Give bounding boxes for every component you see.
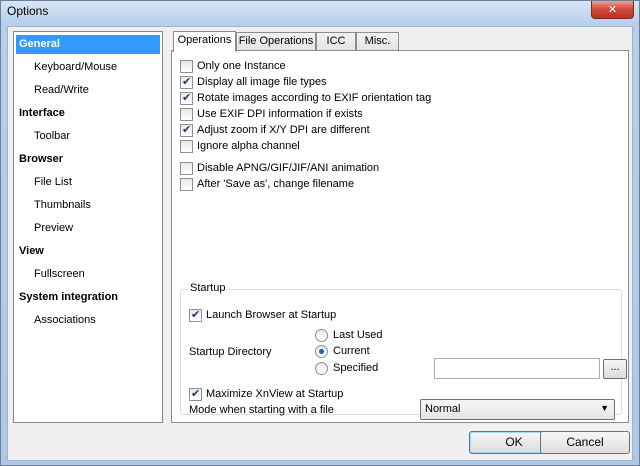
radio-circle[interactable] bbox=[315, 344, 328, 358]
tree-item-read-write[interactable]: Read/Write bbox=[16, 81, 160, 100]
radio-circle[interactable] bbox=[315, 328, 328, 342]
radio-circle[interactable] bbox=[315, 361, 328, 375]
change-filename-checkbox[interactable]: After 'Save as', change filename bbox=[180, 177, 354, 191]
disable-animation-checkbox[interactable]: Disable APNG/GIF/JIF/ANI animation bbox=[180, 161, 379, 175]
tab-file-operations[interactable]: File Operations bbox=[236, 32, 316, 51]
adjust-zoom-dpi-checkbox[interactable]: Adjust zoom if X/Y DPI are different bbox=[180, 123, 370, 137]
radio-last-used[interactable]: Last Used bbox=[315, 328, 383, 342]
options-window: Options ✕ General Keyboard/Mouse Read/Wr… bbox=[0, 0, 640, 466]
chevron-down-icon: ▼ bbox=[600, 403, 609, 413]
tree-item-view[interactable]: View bbox=[16, 242, 160, 261]
checkbox-box[interactable] bbox=[180, 91, 193, 105]
category-tree[interactable]: General Keyboard/Mouse Read/Write Interf… bbox=[13, 31, 163, 423]
tree-item-browser[interactable]: Browser bbox=[16, 150, 160, 169]
checkbox-box[interactable] bbox=[180, 161, 193, 175]
tree-item-interface[interactable]: Interface bbox=[16, 104, 160, 123]
tree-item-associations[interactable]: Associations bbox=[16, 311, 160, 330]
display-all-types-checkbox[interactable]: Display all image file types bbox=[180, 75, 327, 89]
checkbox-box[interactable] bbox=[180, 75, 193, 89]
mode-select[interactable]: Normal ▼ bbox=[420, 399, 615, 420]
checkbox-box[interactable] bbox=[180, 59, 193, 73]
checkbox-box[interactable] bbox=[180, 107, 193, 121]
tree-item-general[interactable]: General bbox=[16, 35, 160, 54]
tree-item-system-integration[interactable]: System integration bbox=[16, 288, 160, 307]
window-title: Options bbox=[7, 4, 49, 18]
tab-operations[interactable]: Operations bbox=[173, 31, 236, 52]
checkbox-box[interactable] bbox=[180, 177, 193, 191]
checkbox-box[interactable] bbox=[189, 387, 202, 401]
only-one-instance-checkbox[interactable]: Only one Instance bbox=[180, 59, 286, 73]
browse-button[interactable]: ... bbox=[603, 359, 627, 379]
ignore-alpha-checkbox[interactable]: Ignore alpha channel bbox=[180, 139, 300, 153]
tree-item-keyboard-mouse[interactable]: Keyboard/Mouse bbox=[16, 58, 160, 77]
specified-path-input[interactable] bbox=[434, 358, 600, 379]
tree-item-fullscreen[interactable]: Fullscreen bbox=[16, 265, 160, 284]
checkbox-box[interactable] bbox=[189, 308, 202, 322]
rotate-exif-checkbox[interactable]: Rotate images according to EXIF orientat… bbox=[180, 91, 431, 105]
checkbox-box[interactable] bbox=[180, 123, 193, 137]
tree-item-toolbar[interactable]: Toolbar bbox=[16, 127, 160, 146]
tree-item-preview[interactable]: Preview bbox=[16, 219, 160, 238]
radio-current[interactable]: Current bbox=[315, 344, 370, 358]
tree-item-thumbnails[interactable]: Thumbnails bbox=[16, 196, 160, 215]
radio-specified[interactable]: Specified bbox=[315, 361, 378, 375]
mode-select-value: Normal bbox=[425, 403, 461, 415]
close-button[interactable]: ✕ bbox=[591, 1, 634, 19]
startup-directory-label: Startup Directory bbox=[189, 346, 272, 358]
cancel-button[interactable]: Cancel bbox=[540, 431, 630, 454]
use-exif-dpi-checkbox[interactable]: Use EXIF DPI information if exists bbox=[180, 107, 363, 121]
mode-label: Mode when starting with a file bbox=[189, 404, 334, 416]
close-icon: ✕ bbox=[607, 4, 618, 16]
operations-panel: Only one Instance Display all image file… bbox=[171, 50, 629, 423]
dialog-client: General Keyboard/Mouse Read/Write Interf… bbox=[7, 26, 633, 461]
tree-item-file-list[interactable]: File List bbox=[16, 173, 160, 192]
startup-group-label: Startup bbox=[188, 282, 228, 294]
startup-group: Startup Launch Browser at Startup Startu… bbox=[180, 282, 627, 420]
maximize-xnview-checkbox[interactable]: Maximize XnView at Startup bbox=[189, 387, 343, 401]
launch-browser-checkbox[interactable]: Launch Browser at Startup bbox=[189, 308, 336, 322]
title-bar: Options ✕ bbox=[1, 1, 639, 23]
checkbox-box[interactable] bbox=[180, 139, 193, 153]
tab-misc[interactable]: Misc. bbox=[356, 32, 399, 51]
tab-icc[interactable]: ICC bbox=[316, 32, 356, 51]
